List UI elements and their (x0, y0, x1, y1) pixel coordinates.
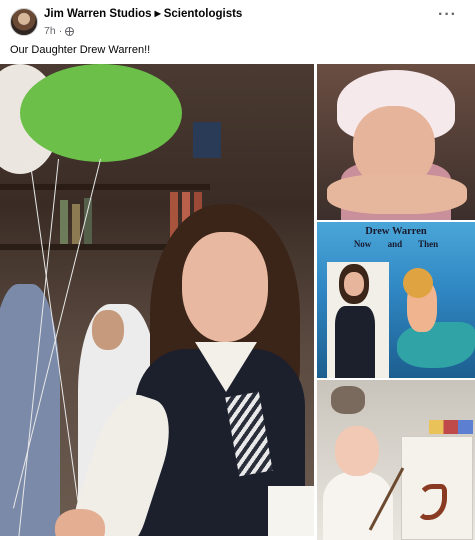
dot-separator: · (58, 25, 63, 37)
book (72, 204, 80, 244)
baby-arms (327, 174, 467, 214)
post-author-line: Jim Warren Studios ▶ Scientologists (44, 8, 242, 20)
group-name-link[interactable]: Scientologists (164, 8, 243, 20)
mini-woman-vest (335, 306, 375, 378)
caption-sub: Now and Then (317, 239, 475, 249)
book (60, 200, 68, 244)
post-header: Jim Warren Studios ▶ Scientologists 7h · ··… (0, 0, 475, 40)
book-display (193, 122, 221, 158)
mini-woman-face (344, 272, 364, 296)
author-name-link[interactable]: Jim Warren Studios (44, 8, 152, 20)
woman-face (182, 232, 268, 342)
baby-head (335, 426, 379, 476)
cat (331, 386, 365, 414)
caption-now: Now (353, 239, 372, 249)
hand (55, 509, 105, 536)
now-and-then-caption: Drew Warren Now and Then (317, 226, 475, 249)
mermaid-hair (403, 268, 433, 298)
avatar[interactable] (10, 8, 38, 36)
balloon-green (20, 64, 182, 162)
background-person (92, 310, 124, 350)
post-text: Our Daughter Drew Warren!! (10, 44, 151, 56)
globe-icon (65, 26, 75, 36)
mermaid-tail (397, 322, 475, 368)
photo-baby-painting[interactable] (317, 380, 475, 540)
caption-and: and (387, 239, 403, 249)
photo-now-and-then[interactable]: Drew Warren Now and Then (317, 222, 475, 378)
bookshelf (0, 184, 210, 190)
background-person (0, 284, 60, 536)
post-meta: 7h · (44, 25, 75, 37)
main-photo[interactable] (0, 64, 314, 536)
caption-then: Then (418, 239, 439, 249)
chevron-right-icon: ▶ (154, 9, 161, 18)
post-timestamp[interactable]: 7h (44, 25, 56, 37)
toy-blocks (429, 420, 473, 434)
more-options-icon[interactable]: ··· (438, 7, 457, 23)
photo-grid: Drew Warren Now and Then (0, 64, 475, 540)
paper (268, 486, 314, 536)
photo-baby-bonnet[interactable] (317, 64, 475, 220)
caption-name: Drew Warren (365, 226, 427, 237)
